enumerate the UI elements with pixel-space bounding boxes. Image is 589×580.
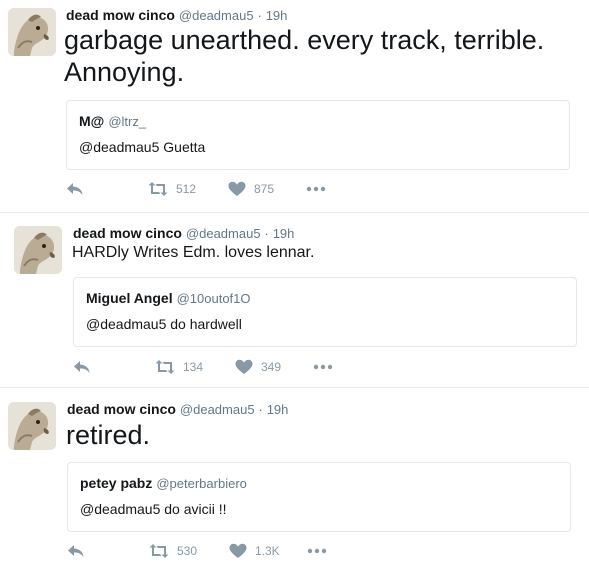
retweet-icon [148,182,168,196]
quoted-author-handle: @ltrz_ [108,114,147,129]
more-button[interactable] [307,543,327,559]
quoted-text: @deadmau5 do hardwell [86,316,242,332]
heart-icon [235,359,253,374]
separator: · [257,8,262,23]
reply-icon [67,183,83,195]
tweet-header: dead mow cinco @deadmau5 · 19h [73,224,294,243]
retweet-icon [155,360,175,374]
quoted-author-name: M@ [79,113,105,129]
more-button[interactable] [313,359,333,375]
quoted-tweet[interactable]: M@ @ltrz_ @deadmau5 Guetta [66,100,570,170]
author-name[interactable]: dead mow cinco [66,7,175,23]
like-count: 875 [254,182,275,196]
tweet-header: dead mow cinco @deadmau5 · 19h [67,400,288,419]
tweet-text-line: garbage unearthed. every track, terrible… [64,25,545,55]
like-count: 1.3K [255,544,280,558]
quoted-tweet[interactable]: petey pabz @peterbarbiero @deadmau5 do av… [67,462,571,532]
avatar[interactable] [8,8,56,56]
tweet-actions: 530 1.3K [67,543,367,561]
tweet[interactable]: dead mow cinco @deadmau5 · 19h HARDly Wri… [0,213,589,387]
retweet-button[interactable]: 512 [148,181,196,197]
tweet-text-line: Annoying. [64,57,185,87]
author-name[interactable]: dead mow cinco [73,225,182,241]
tweet[interactable]: dead mow cinco @deadmau5 · 19h retired. p… [0,388,589,580]
quoted-header: petey pabz @peterbarbiero [80,475,247,491]
more-button[interactable] [306,181,326,197]
like-button[interactable]: 1.3K [229,543,280,559]
author-handle[interactable]: @deadmau5 [180,402,255,417]
author-handle[interactable]: @deadmau5 [179,8,254,23]
timestamp[interactable]: 19h [273,226,295,241]
tweet-actions: 512 875 [66,181,366,199]
retweet-icon [149,544,169,558]
tweet-text: retired. [66,420,151,450]
quoted-header: Miguel Angel @10outof1O [86,290,251,306]
quoted-text: @deadmau5 Guetta [79,139,206,155]
separator: · [258,402,263,417]
tweet-text: garbage unearthed. every track, terrible… [64,24,544,88]
timestamp[interactable]: 19h [267,402,289,417]
retweet-button[interactable]: 530 [149,543,197,559]
retweet-count: 530 [177,544,198,558]
more-icon [306,186,326,192]
quoted-tweet[interactable]: Miguel Angel @10outof1O @deadmau5 do hard… [73,277,577,347]
tweet[interactable]: dead mow cinco @deadmau5 · 19h garbage un… [0,0,589,212]
avatar[interactable] [14,226,62,274]
like-button[interactable]: 875 [228,181,274,197]
like-count: 349 [261,360,282,374]
timestamp[interactable]: 19h [266,8,288,23]
author-handle[interactable]: @deadmau5 [186,226,261,241]
separator: · [264,226,269,241]
heart-icon [229,543,247,558]
author-name[interactable]: dead mow cinco [67,401,176,417]
quoted-author-name: petey pabz [80,475,153,491]
retweet-button[interactable]: 134 [155,359,203,375]
quoted-header: M@ @ltrz_ [79,113,146,129]
heart-icon [228,181,246,196]
reply-button[interactable] [67,543,85,559]
reply-icon [74,361,90,373]
avatar[interactable] [8,402,56,450]
quoted-author-name: Miguel Angel [86,290,173,306]
tweet-text: HARDly Writes Edm. loves lennar. [72,244,315,261]
quoted-text: @deadmau5 do avicii !! [80,501,227,517]
tweet-actions: 134 349 [73,359,373,377]
tweet-header: dead mow cinco @deadmau5 · 19h [66,6,287,25]
retweet-count: 512 [176,182,197,196]
like-button[interactable]: 349 [235,359,281,375]
reply-button[interactable] [73,359,91,375]
quoted-author-handle: @10outof1O [176,291,251,306]
more-icon [307,548,327,554]
reply-icon [68,545,84,557]
more-icon [313,364,333,370]
reply-button[interactable] [66,181,84,197]
quoted-author-handle: @peterbarbiero [156,476,247,491]
retweet-count: 134 [183,360,204,374]
